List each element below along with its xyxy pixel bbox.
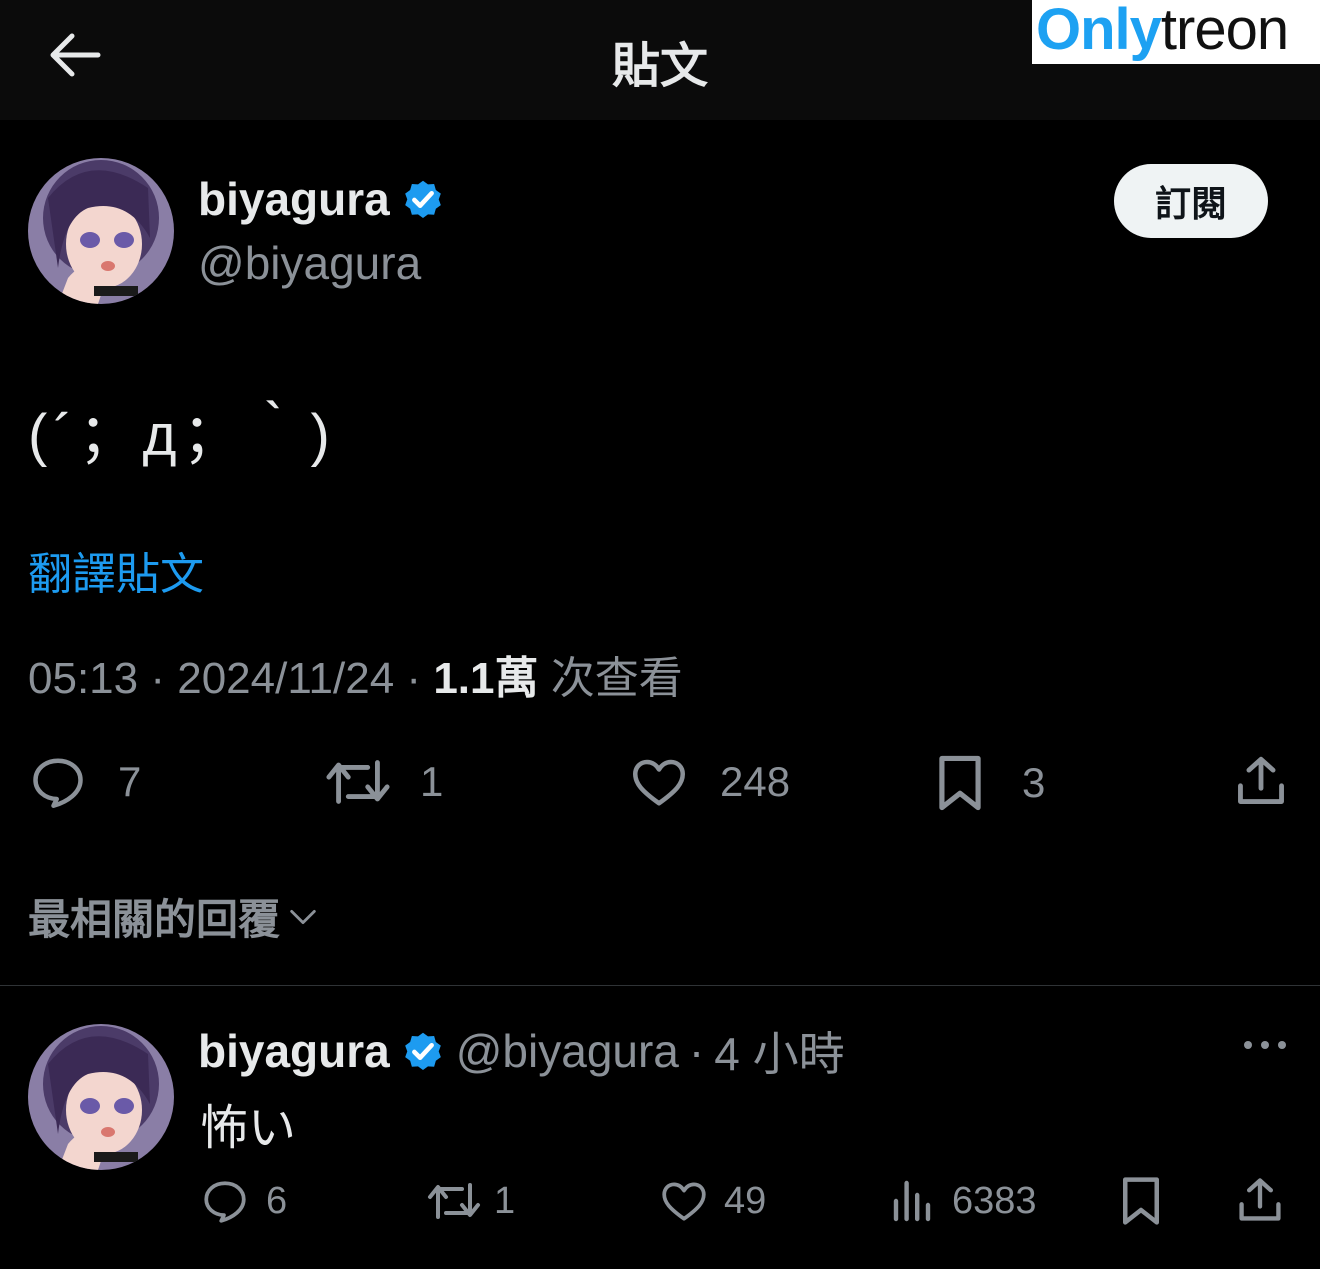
author-handle: @biyagura [198, 237, 422, 289]
bookmark-count: 3 [1022, 759, 1046, 806]
subscribe-button[interactable]: 訂閱 [1114, 164, 1268, 238]
like-action[interactable]: 248 [628, 752, 790, 812]
more-options-button[interactable] [1240, 1030, 1290, 1060]
share-button[interactable] [1232, 752, 1290, 810]
post-time[interactable]: 05:13 [28, 654, 138, 703]
heart-icon [633, 759, 685, 806]
reply-action[interactable]: 7 [28, 752, 141, 812]
reply-like-count: 49 [724, 1179, 767, 1222]
post-text: (´；д；｀) [28, 403, 336, 468]
reply-icon [33, 758, 83, 808]
reply-text: 怖い [200, 1102, 297, 1155]
reply-views-action[interactable]: 6383 [888, 1176, 1037, 1226]
bookmark-action[interactable]: 3 [932, 752, 1045, 814]
author-name-row: biyagura [198, 172, 446, 226]
verified-badge-icon [404, 1032, 441, 1070]
like-count: 248 [720, 758, 791, 805]
watermark-logo: Onlytreon [1036, 0, 1289, 62]
reply-bookmark-button[interactable] [1118, 1174, 1164, 1228]
author-name[interactable]: biyagura [198, 172, 390, 226]
analytics-icon [893, 1180, 931, 1222]
reply-author-name[interactable]: biyagura [198, 1024, 390, 1078]
bookmark-icon [939, 755, 981, 811]
reply-avatar[interactable] [28, 1024, 174, 1170]
more-horizontal-icon [1244, 1041, 1286, 1049]
reply-header: biyagura @biyagura · 4 小時 [198, 1018, 845, 1084]
share-icon [1239, 1178, 1281, 1221]
reply-reply-count: 6 [266, 1179, 288, 1222]
reply-sort-dropdown[interactable]: 最相關的回覆 [28, 886, 320, 947]
avatar[interactable] [28, 158, 174, 304]
reply-reply-action[interactable]: 6 [200, 1176, 287, 1226]
verified-badge-icon [404, 180, 441, 218]
reply-share-button[interactable] [1234, 1174, 1286, 1226]
divider [0, 985, 1320, 986]
translate-post-link[interactable]: 翻譯貼文 [28, 538, 204, 602]
repost-icon [428, 1183, 480, 1219]
reply-repost-action[interactable]: 1 [426, 1176, 515, 1226]
heart-icon [662, 1182, 706, 1221]
reply-views-count: 6383 [952, 1179, 1037, 1222]
bookmark-icon [1123, 1177, 1159, 1225]
repost-action[interactable]: 1 [324, 752, 443, 812]
views-count: 1.1萬 [433, 654, 539, 703]
share-icon [1238, 756, 1284, 804]
reply-time[interactable]: 4 小時 [714, 1018, 844, 1084]
reply-count: 7 [118, 758, 142, 805]
sort-label: 最相關的回覆 [28, 896, 281, 943]
reply-like-action[interactable]: 49 [658, 1176, 766, 1226]
repost-icon [326, 760, 390, 804]
post-meta: 05:13 · 2024/11/24 · 1.1萬 次查看 [28, 654, 683, 703]
repost-count: 1 [420, 758, 444, 805]
reply-author-handle[interactable]: @biyagura [456, 1024, 679, 1078]
post-date[interactable]: 2024/11/24 [177, 654, 394, 703]
chevron-down-icon [290, 909, 316, 924]
reply-icon [204, 1181, 246, 1223]
views-label: 次查看 [550, 654, 683, 703]
reply-repost-count: 1 [494, 1179, 516, 1222]
